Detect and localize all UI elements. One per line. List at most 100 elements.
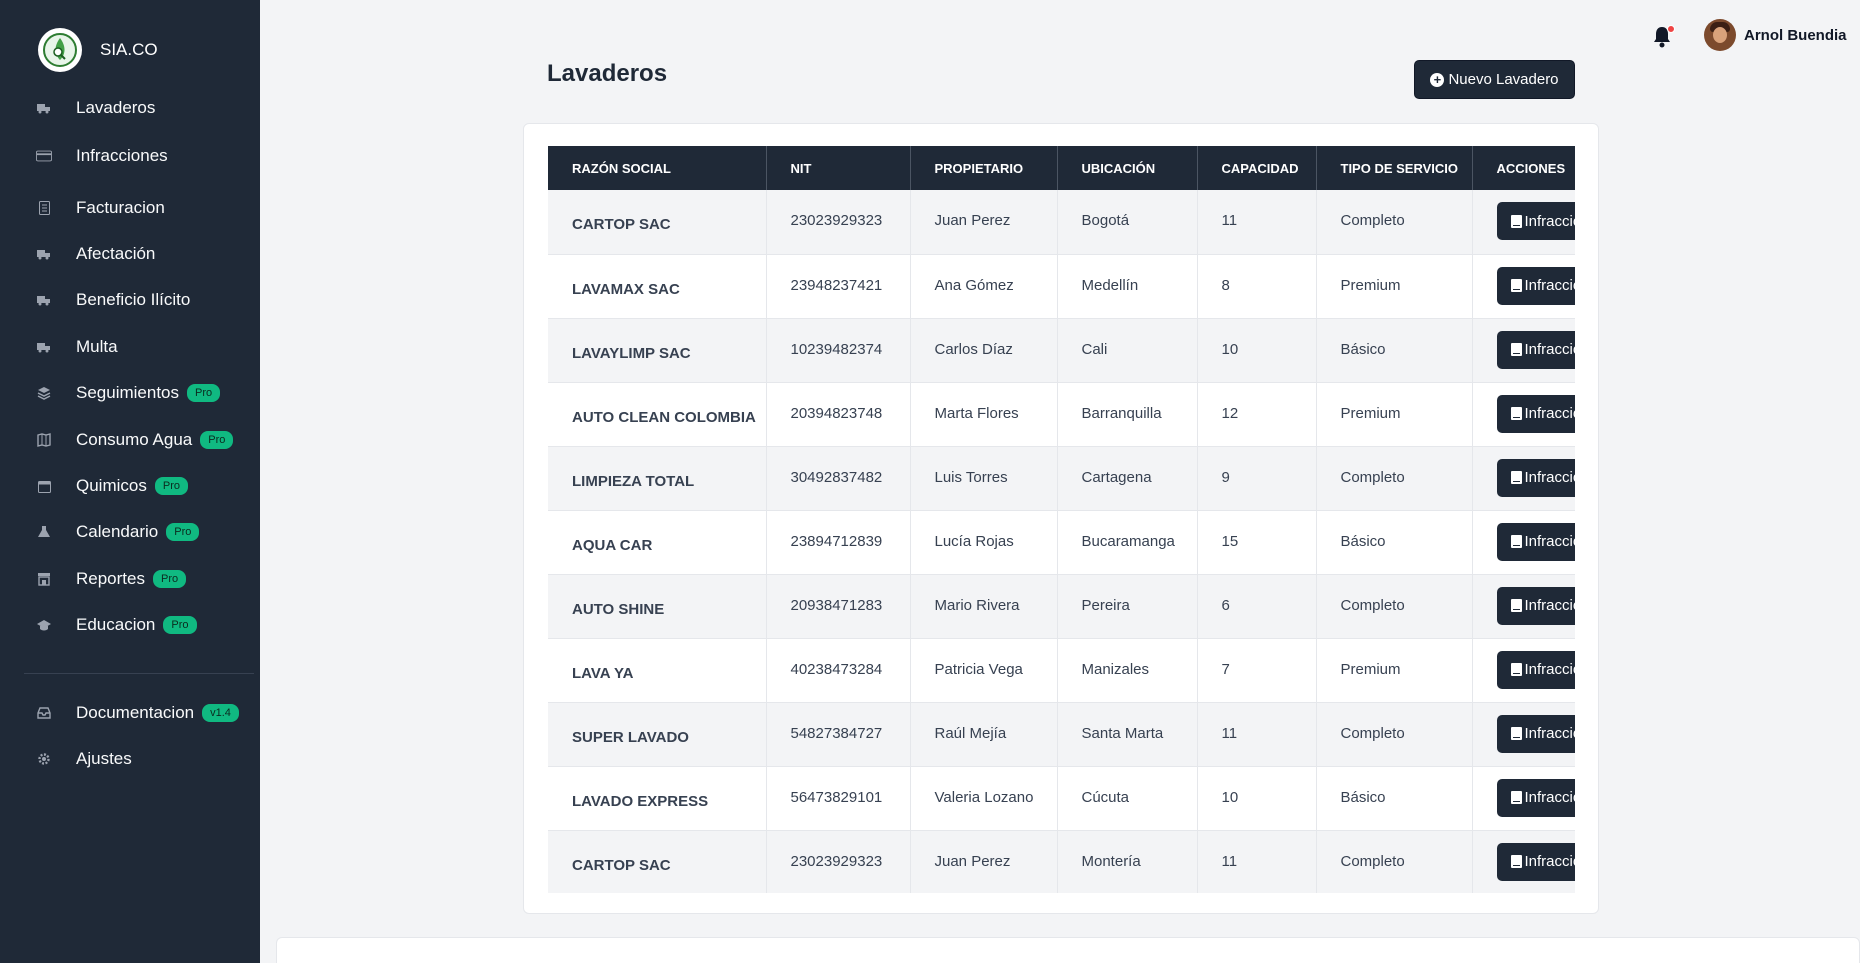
page-title: Lavaderos	[547, 60, 668, 87]
column-header-razon-social[interactable]: Razón Social	[548, 146, 767, 190]
infracciones-label: Infracciones	[1524, 789, 1576, 806]
service-type-cell: Premium	[1316, 382, 1473, 447]
new-lavadero-label: Nuevo Lavadero	[1448, 71, 1559, 88]
notifications-button[interactable]	[1652, 25, 1675, 48]
book-icon	[1510, 214, 1522, 228]
actions-cell: Infracciones	[1472, 190, 1576, 255]
sidebar-item-infracciones[interactable]: Infracciones	[36, 141, 168, 171]
infracciones-button[interactable]: Infracciones	[1496, 842, 1576, 881]
sidebar-item-reportes[interactable]: Reportes Pro	[36, 564, 187, 594]
sidebar-item-ajustes[interactable]: Ajustes	[36, 744, 132, 774]
nit-cell: 23948237421	[766, 254, 911, 319]
infracciones-label: Infracciones	[1524, 212, 1576, 230]
infracciones-button[interactable]: Infracciones	[1496, 778, 1576, 817]
company-cell: AUTO SHINE	[548, 574, 767, 639]
infracciones-label: Infracciones	[1524, 725, 1576, 742]
sidebar-item-consumo-agua[interactable]: Consumo Agua Pro	[36, 425, 234, 455]
capacity-cell: 11	[1197, 702, 1317, 767]
column-header-ubicacion[interactable]: Ubicación	[1057, 146, 1198, 190]
company-cell: LAVADO EXPRESS	[548, 766, 767, 831]
location-cell: Bucaramanga	[1057, 510, 1198, 575]
truck-icon	[36, 246, 52, 262]
capacity-cell: 6	[1197, 574, 1317, 639]
infracciones-button[interactable]: Infracciones	[1496, 586, 1575, 625]
sidebar-item-label: Lavaderos	[76, 98, 156, 117]
actions-cell: Infracciones	[1472, 382, 1576, 447]
service-type-cell: Completo	[1316, 446, 1473, 511]
sidebar-item-label: Consumo Agua	[76, 430, 193, 449]
infracciones-button[interactable]: Infracciones	[1496, 394, 1576, 433]
inbox-icon	[36, 705, 52, 721]
book-icon	[1510, 855, 1522, 868]
column-header-propietario[interactable]: Propietario	[910, 146, 1058, 190]
table-row: LAVAYLIMP SAC 10239482374 Carlos Díaz Cali 1…	[548, 318, 1575, 383]
plus-circle-icon: +	[1430, 72, 1445, 87]
location-cell: Bogotá	[1057, 190, 1198, 255]
book-icon	[1510, 471, 1522, 484]
sidebar-item-label: Multa	[76, 337, 118, 356]
sidebar-item-label: Calendario	[76, 522, 159, 541]
owner-cell: Mario Rivera	[910, 574, 1058, 639]
sidebar-item-label: Documentacion	[76, 703, 195, 722]
sidebar-item-afectacion[interactable]: Afectación	[36, 239, 155, 269]
infracciones-button[interactable]: Infracciones	[1496, 330, 1575, 369]
sidebar-item-documentacion[interactable]: Documentacion v1.4	[36, 698, 239, 728]
table-row: LIMPIEZA TOTAL 30492837482 Luis Torres Cart…	[548, 446, 1575, 511]
graduation-cap-icon	[36, 617, 52, 633]
table-row: CARTOP SAC 23023929323 Juan Perez Montería 1…	[548, 830, 1575, 893]
book-icon	[1510, 279, 1522, 292]
sidebar-item-label: Quimicos	[76, 476, 147, 495]
sidebar-item-facturacion[interactable]: Facturacion	[36, 193, 165, 223]
infracciones-label: Infracciones	[1524, 405, 1576, 422]
service-type-cell: Completo	[1316, 830, 1473, 893]
column-header-capacidad[interactable]: Capacidad	[1197, 146, 1317, 190]
sidebar: SIA.CO Lavaderos Infracciones Facturacion A…	[0, 0, 260, 963]
column-header-nit[interactable]: NIT	[766, 146, 911, 190]
service-type-cell: Premium	[1316, 254, 1473, 319]
column-header-acciones[interactable]: Acciones	[1472, 146, 1575, 190]
sidebar-item-label: Afectación	[76, 244, 156, 263]
owner-cell: Raúl Mejía	[910, 702, 1058, 767]
sidebar-item-multa[interactable]: Multa	[36, 332, 118, 362]
infracciones-label: Infracciones	[1524, 853, 1576, 870]
capacity-cell: 11	[1197, 190, 1317, 255]
sidebar-item-educacion[interactable]: Educacion Pro	[36, 610, 197, 640]
user-menu[interactable]: Arnol Buendia	[1704, 19, 1847, 51]
infracciones-label: Infracciones	[1524, 277, 1576, 294]
sidebar-item-lavaderos[interactable]: Lavaderos	[36, 93, 155, 123]
book-icon	[1510, 535, 1522, 548]
sidebar-item-beneficio-ilicito[interactable]: Beneficio Ilícito	[36, 285, 190, 315]
infracciones-button[interactable]: Infracciones	[1496, 522, 1575, 561]
owner-cell: Ana Gómez	[910, 254, 1058, 319]
actions-cell: Infracciones	[1472, 830, 1575, 893]
service-type-cell: Completo	[1316, 702, 1473, 767]
infracciones-button[interactable]: Infracciones	[1496, 202, 1576, 240]
table-scroll[interactable]: Razón Social NIT Propietario Ubicación Capac…	[548, 146, 1575, 893]
sidebar-item-quimicos[interactable]: Quimicos Pro	[36, 471, 188, 501]
owner-cell: Lucía Rojas	[910, 510, 1058, 575]
sidebar-item-seguimientos[interactable]: Seguimientos Pro	[36, 378, 221, 408]
actions-cell: Infracciones	[1472, 766, 1576, 831]
map-icon	[36, 432, 52, 448]
sidebar-item-badge: Pro	[163, 616, 197, 634]
location-cell: Santa Marta	[1057, 702, 1198, 767]
infracciones-button[interactable]: Infracciones	[1496, 458, 1575, 497]
company-cell: LAVA YA	[548, 638, 767, 703]
location-cell: Cartagena	[1057, 446, 1198, 511]
book-icon	[1510, 663, 1522, 676]
table-header-row: Razón Social NIT Propietario Ubicación Capac…	[548, 146, 1575, 190]
sidebar-item-calendario[interactable]: Calendario Pro	[36, 517, 200, 547]
column-header-tipo-de-servicio[interactable]: Tipo de Servicio	[1316, 146, 1473, 190]
infracciones-button[interactable]: Infracciones	[1496, 714, 1576, 753]
infracciones-button[interactable]: Infracciones	[1496, 650, 1575, 689]
nit-cell: 56473829101	[766, 766, 911, 831]
receipt-icon	[36, 200, 52, 216]
book-icon	[1510, 599, 1522, 612]
brand[interactable]: SIA.CO	[38, 28, 158, 72]
location-cell: Montería	[1057, 830, 1198, 893]
new-lavadero-button[interactable]: + Nuevo Lavadero	[1414, 60, 1575, 99]
infracciones-button[interactable]: Infracciones	[1496, 266, 1576, 305]
owner-cell: Juan Perez	[910, 190, 1058, 255]
sidebar-item-badge: Pro	[154, 477, 188, 495]
table-row: AQUA CAR 23894712839 Lucía Rojas Bucaramang…	[548, 510, 1575, 575]
